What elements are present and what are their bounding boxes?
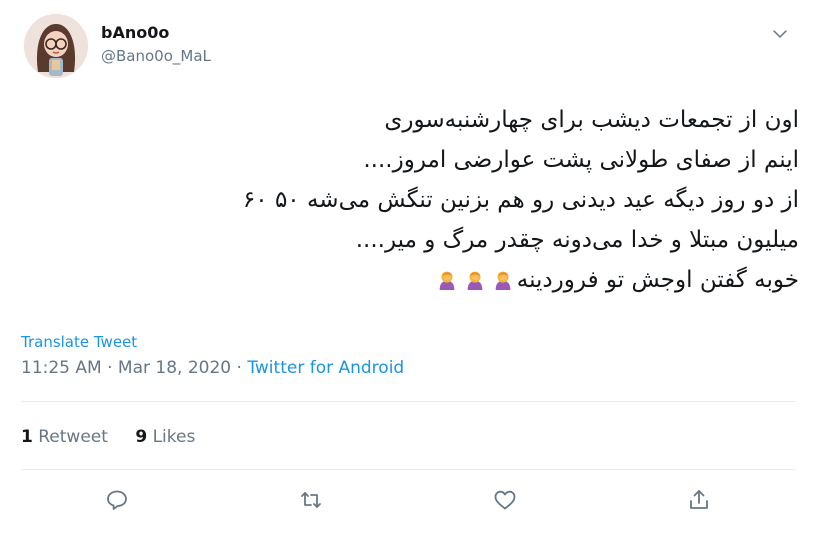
- meta-separator: ·: [101, 358, 118, 378]
- tweet-date[interactable]: Mar 18, 2020: [118, 358, 231, 378]
- avatar[interactable]: [24, 14, 88, 78]
- tweet-line: اون از تجمعات دیشب برای چهارشنبه‌سوری: [384, 107, 799, 133]
- tweet-header: bAno0o @Bano0o_MaL: [24, 14, 804, 84]
- tweet-line-last: خوبه گفتن اوجش تو فروردینه: [24, 260, 799, 300]
- like-icon[interactable]: [487, 482, 523, 518]
- tweet-line: میلیون مبتلا و خدا می‌دونه چقدر مرگ و می…: [355, 227, 799, 253]
- likes-count: 9: [135, 427, 148, 447]
- display-name[interactable]: bAno0o: [101, 23, 211, 43]
- woman-facepalming-icon: [492, 263, 514, 290]
- woman-facepalming-icon: [436, 263, 458, 290]
- divider: [21, 469, 796, 470]
- retweets-count: 1: [21, 427, 33, 447]
- tweet-line: از دو روز دیگه عید دیدنی رو هم بزنین تنگ…: [242, 187, 799, 213]
- tweet-stats: 1 Retweet 9 Likes: [21, 426, 217, 448]
- woman-facepalming-icon: [464, 263, 486, 290]
- retweets-stat[interactable]: 1 Retweet: [21, 427, 108, 447]
- divider: [21, 401, 796, 402]
- tweet-meta: 11:25 AM · Mar 18, 2020 · Twitter for An…: [21, 357, 404, 379]
- share-icon[interactable]: [681, 482, 717, 518]
- user-handle[interactable]: @Bano0o_MaL: [101, 46, 211, 66]
- reply-icon[interactable]: [99, 482, 135, 518]
- retweets-label: Retweet: [38, 427, 108, 447]
- tweet-actions: [0, 482, 816, 522]
- likes-label: Likes: [152, 427, 196, 447]
- meta-separator: ·: [231, 358, 248, 378]
- tweet-text: اون از تجمعات دیشب برای چهارشنبه‌سوری ای…: [24, 100, 799, 300]
- retweet-icon[interactable]: [293, 482, 329, 518]
- tweet-line: اینم از صفای طولانی پشت عوارضی امروز....: [363, 147, 799, 173]
- tweet-time[interactable]: 11:25 AM: [21, 358, 102, 378]
- translate-tweet-link[interactable]: Translate Tweet: [21, 333, 137, 351]
- likes-stat[interactable]: 9 Likes: [135, 427, 195, 447]
- tweet-source-link[interactable]: Twitter for Android: [247, 358, 404, 378]
- tweet-line-text: خوبه گفتن اوجش تو فروردینه: [516, 267, 799, 293]
- more-options-chevron-icon[interactable]: [768, 22, 792, 46]
